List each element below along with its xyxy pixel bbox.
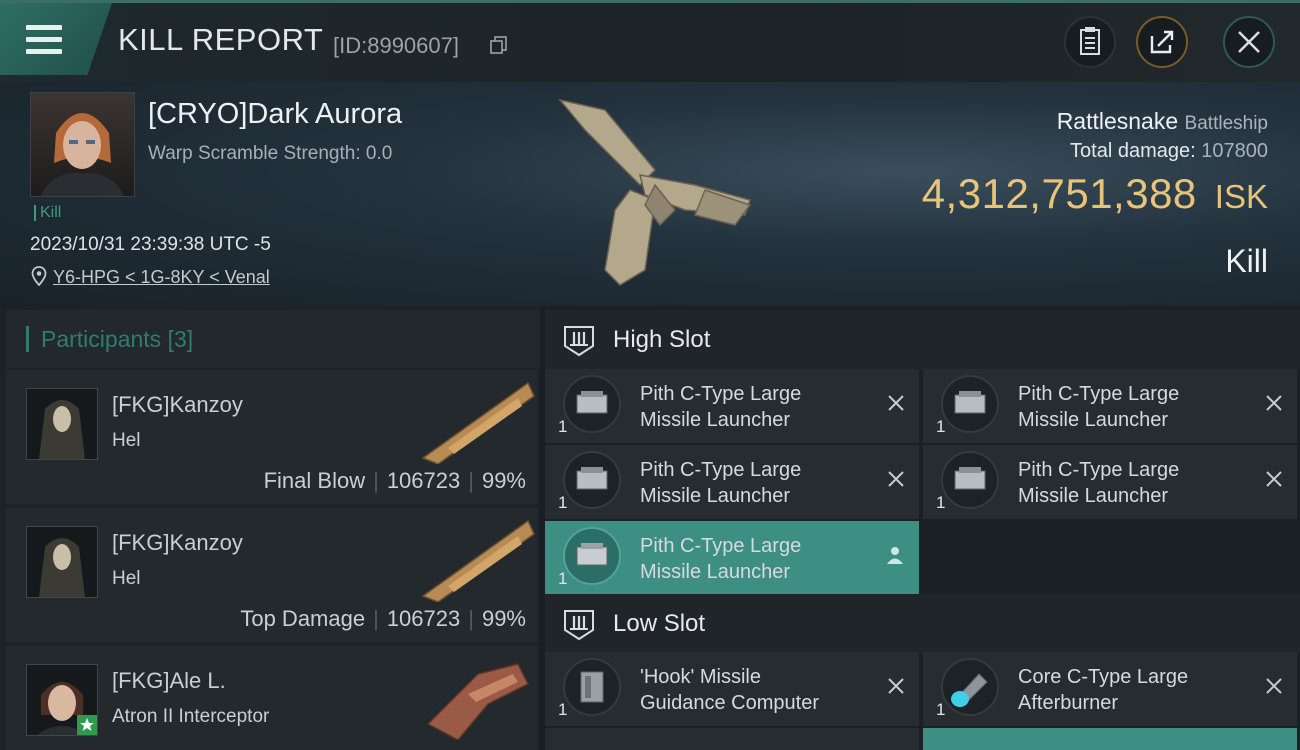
module-quantity: 1 xyxy=(936,493,946,512)
participant-avatar[interactable] xyxy=(26,526,98,598)
module-name: Pith C-Type Large Missile Launcher xyxy=(640,383,802,431)
low-slot-header: Low Slot xyxy=(545,594,1300,654)
module-name: Pith C-Type Large Missile Launcher xyxy=(1018,459,1180,507)
destroyed-x-icon xyxy=(888,678,904,694)
low-slot-title: Low Slot xyxy=(613,610,706,637)
module-name: Pith C-Type Large Missile Launcher xyxy=(640,459,802,507)
share-icon xyxy=(1150,30,1174,54)
share-button[interactable] xyxy=(1136,16,1188,68)
report-id: [ID:8990607] xyxy=(333,33,459,58)
participant-ship: Hel xyxy=(112,568,141,589)
star-badge-icon xyxy=(77,715,97,735)
module-quantity: 1 xyxy=(558,417,568,436)
total-damage-label: Total damage: xyxy=(1070,140,1196,162)
module-item[interactable]: 1 Pith C-Type Large Missile Launcher xyxy=(545,369,919,443)
victim-ship-info: Rattlesnake Battleship xyxy=(1057,108,1268,135)
module-item-partial[interactable] xyxy=(545,728,919,750)
module-name: Pith C-Type Large Missile Launcher xyxy=(640,535,802,583)
participants-title-text: Participants xyxy=(41,326,162,352)
participant-stats: Top Damage | 106723 | 99% xyxy=(240,606,526,631)
kill-result: Kill xyxy=(1225,243,1268,279)
participant-row[interactable]: [FKG]Kanzoy Hel Final Blow | 106723 | 99% xyxy=(6,370,538,504)
missile-launcher-icon xyxy=(563,451,621,509)
participant-name: [FKG]Ale L. xyxy=(112,668,226,693)
participant-avatar[interactable] xyxy=(26,388,98,460)
kill-datetime: 2023/10/31 23:39:38 UTC -5 xyxy=(30,234,271,255)
missile-launcher-icon xyxy=(563,375,621,433)
close-button[interactable] xyxy=(1223,16,1275,68)
location-pin-icon xyxy=(31,266,47,286)
module-item-partial[interactable] xyxy=(923,728,1297,750)
module-quantity: 1 xyxy=(936,700,946,719)
module-item[interactable]: 1 Pith C-Type Large Missile Launcher xyxy=(545,521,919,595)
total-damage: Total damage: 107800 xyxy=(1070,140,1268,163)
isk-value: 4,312,751,388 xyxy=(921,170,1197,217)
module-item[interactable]: 1 'Hook' Missile Guidance Computer xyxy=(545,652,919,726)
module-item[interactable]: 1 Core C-Type Large Afterburner xyxy=(923,652,1297,726)
high-slot-title: High Slot xyxy=(613,326,711,353)
participant-damage: 106723 xyxy=(386,606,461,631)
kill-location-link[interactable]: Y6-HPG < 1G-8KY < Venal xyxy=(53,267,270,288)
high-slot-header: High Slot xyxy=(545,310,1300,370)
participant-ship: Hel xyxy=(112,430,141,451)
module-item[interactable]: 1 Pith C-Type Large Missile Launcher xyxy=(923,369,1297,443)
clipboard-button[interactable] xyxy=(1064,16,1116,68)
victim-ship-name: Rattlesnake xyxy=(1056,108,1179,134)
copy-icon[interactable] xyxy=(490,36,508,54)
module-item[interactable]: 1 Pith C-Type Large Missile Launcher xyxy=(545,445,919,519)
warp-scramble-strength: Warp Scramble Strength: 0.0 xyxy=(148,143,393,164)
participant-ship-image xyxy=(421,381,535,464)
dropped-user-icon xyxy=(887,547,903,564)
participants-count: [3] xyxy=(167,326,194,352)
missile-launcher-icon xyxy=(941,451,999,509)
module-name: Core C-Type Large Afterburner xyxy=(1018,666,1189,714)
destroyed-x-icon xyxy=(1266,678,1282,694)
kill-tag: Kill xyxy=(34,205,61,221)
module-item[interactable]: 1 Pith C-Type Large Missile Launcher xyxy=(923,445,1297,519)
participant-role: Top Damage xyxy=(240,606,366,631)
participant-role: Final Blow xyxy=(263,468,366,493)
module-name: Pith C-Type Large Missile Launcher xyxy=(1018,383,1180,431)
missile-launcher-icon xyxy=(941,375,999,433)
module-quantity: 1 xyxy=(558,700,568,719)
module-name: 'Hook' Missile Guidance Computer xyxy=(640,666,819,714)
participant-avatar[interactable] xyxy=(26,664,98,736)
missile-launcher-icon xyxy=(563,527,621,585)
participant-damage: 106723 xyxy=(386,468,461,493)
participant-name: [FKG]Kanzoy xyxy=(112,392,243,417)
guidance-computer-icon xyxy=(563,658,621,716)
page-title: KILL REPORT xyxy=(118,22,324,57)
total-damage-value: 107800 xyxy=(1201,140,1268,162)
clipboard-icon xyxy=(1080,27,1100,55)
victim-ship-image[interactable] xyxy=(545,90,760,295)
participant-ship-image xyxy=(426,663,530,740)
destroyed-x-icon xyxy=(888,471,904,487)
module-quantity: 1 xyxy=(558,493,568,512)
participant-percent: 99% xyxy=(481,468,526,493)
participant-stats: Final Blow | 106723 | 99% xyxy=(263,468,526,493)
participant-name: [FKG]Kanzoy xyxy=(112,530,243,555)
participant-percent: 99% xyxy=(481,606,526,631)
victim-ship-class: Battleship xyxy=(1184,113,1268,134)
destroyed-x-icon xyxy=(888,395,904,411)
participant-ship-image xyxy=(421,519,535,602)
destroyed-x-icon xyxy=(1266,395,1282,411)
participants-title: Participants [3] xyxy=(26,326,193,352)
participant-row[interactable]: [FKG]Kanzoy Hel Top Damage | 106723 | 99% xyxy=(6,508,538,642)
close-icon xyxy=(1238,31,1260,53)
afterburner-icon xyxy=(941,658,999,716)
isk-unit: ISK xyxy=(1214,178,1268,215)
high-slot-icon xyxy=(564,326,594,357)
participant-ship: Atron II Interceptor xyxy=(112,706,270,727)
module-quantity: 1 xyxy=(936,417,946,436)
participant-row[interactable]: [FKG]Ale L. Atron II Interceptor xyxy=(6,646,538,750)
victim-name[interactable]: [CRYO]Dark Aurora xyxy=(148,98,402,131)
destroyed-x-icon xyxy=(1266,471,1282,487)
low-slot-icon xyxy=(564,610,594,641)
victim-avatar[interactable] xyxy=(30,92,135,197)
module-quantity: 1 xyxy=(558,569,568,588)
isk-value-line: 4,312,751,388 ISK xyxy=(922,170,1268,218)
